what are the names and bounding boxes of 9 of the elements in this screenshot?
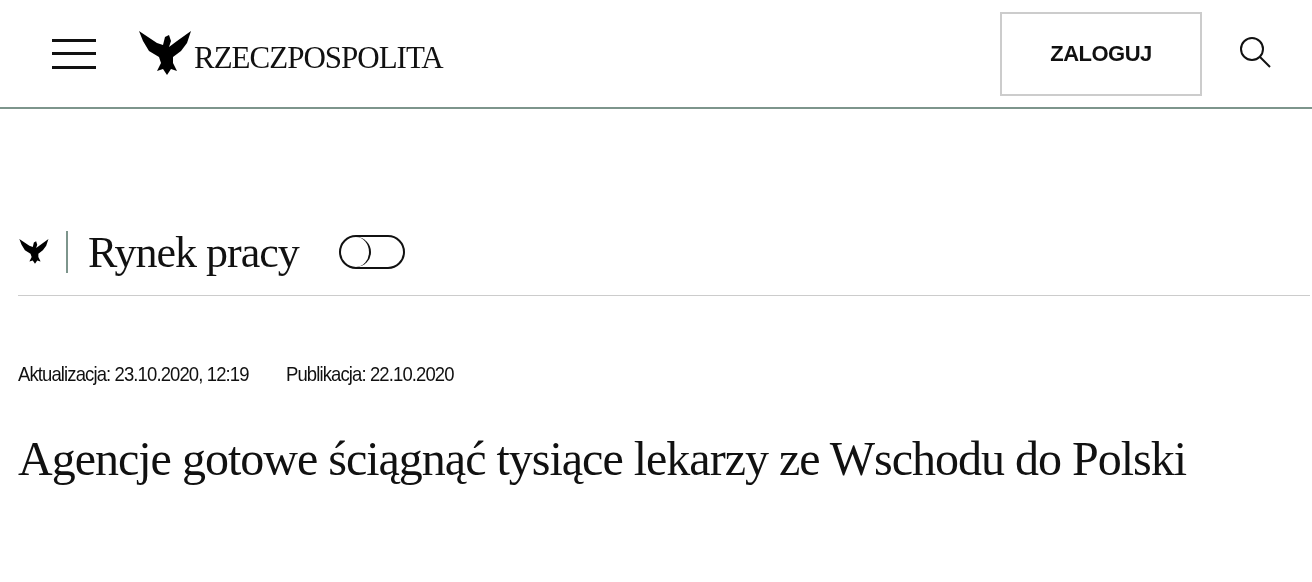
toggle-switch[interactable]	[338, 235, 405, 269]
menu-button[interactable]	[52, 38, 96, 69]
logo[interactable]: RZECZPOSPOLITA	[136, 28, 443, 79]
update-date: Aktualizacja: 23.10.2020, 12:19	[18, 362, 249, 386]
article-headline: Agencje gotowe ściągnąć tysiące lekarzy ze Wschodu do Polski	[18, 431, 1188, 487]
login-button[interactable]: ZALOGUJ	[1000, 11, 1202, 96]
search-icon	[1238, 35, 1272, 69]
section-title: Rynek pracy	[88, 226, 299, 278]
publish-date: Publikacja: 22.10.2020	[286, 362, 454, 386]
